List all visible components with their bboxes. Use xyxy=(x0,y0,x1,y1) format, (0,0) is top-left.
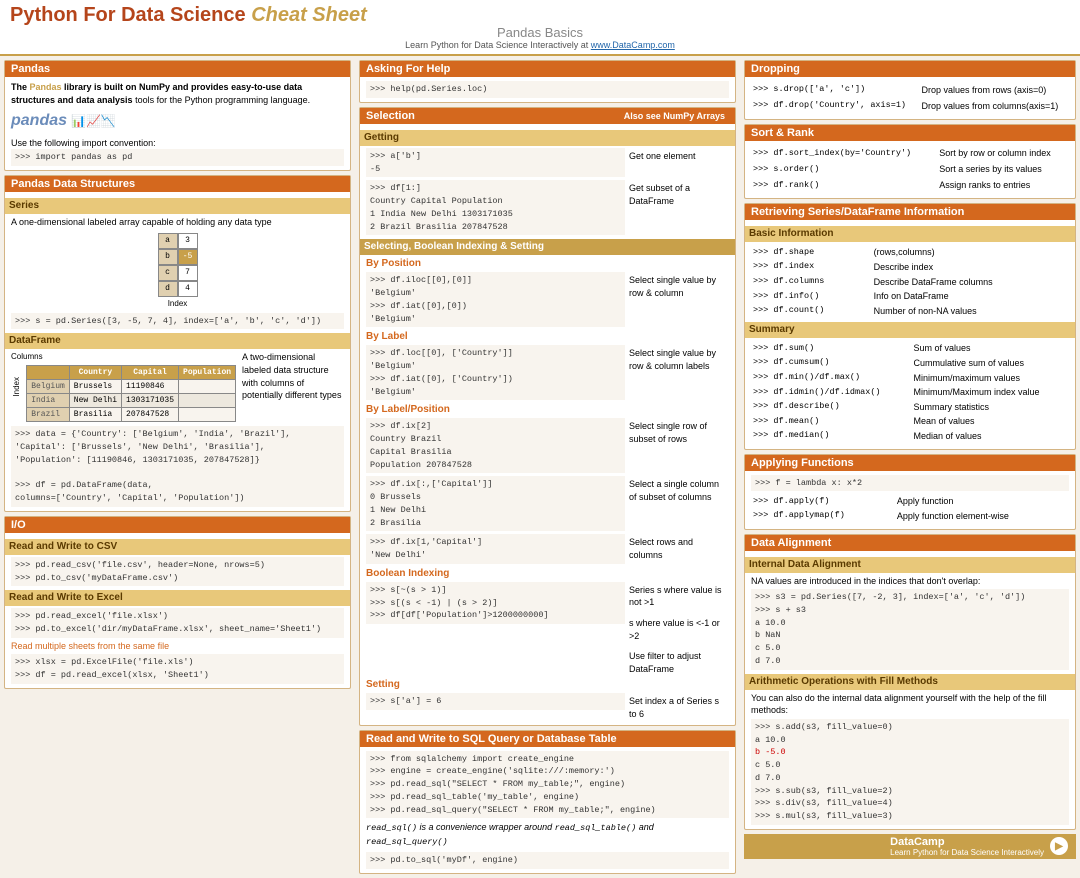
dropping-header: Dropping xyxy=(745,61,1075,77)
datacamp-footer: DataCamp Learn Python for Data Science I… xyxy=(744,834,1076,859)
help-body: >>> help(pd.Series.loc) xyxy=(360,77,735,102)
basic-info-subheader: Basic Information xyxy=(745,226,1075,242)
series-code: >>> s = pd.Series([3, -5, 7, 4], index=[… xyxy=(11,313,344,330)
sort-rank-section: Sort & Rank >>> df.sort_index(by='Countr… xyxy=(744,124,1076,200)
by-position-label: By Position xyxy=(366,257,729,271)
data-structures-body: Series A one-dimensional labeled array c… xyxy=(5,192,350,511)
help-code: >>> help(pd.Series.loc) xyxy=(366,81,729,98)
io-body: Read and Write to CSV >>> pd.read_csv('f… xyxy=(5,533,350,688)
datacamp-logo: ▶ xyxy=(1050,837,1068,855)
excel-subheader: Read and Write to Excel xyxy=(5,590,350,606)
datacamp-name: DataCamp xyxy=(890,836,1044,848)
sql-code2: >>> pd.to_sql('myDf', engine) xyxy=(366,852,729,869)
by-label-label: By Label xyxy=(366,330,729,344)
selection-body: Getting >>> a['b'] -5 Get one element xyxy=(360,124,735,725)
alignment-section: Data Alignment Internal Data Alignment N… xyxy=(744,534,1076,830)
left-column: Pandas The Pandas library is built on Nu… xyxy=(0,56,355,878)
pandas-section: Pandas The Pandas library is built on Nu… xyxy=(4,60,351,171)
main-content: Pandas The Pandas library is built on Nu… xyxy=(0,56,1080,878)
sort-rank-body: >>> df.sort_index(by='Country') Sort by … xyxy=(745,141,1075,199)
internal-alignment-subheader: Internal Data Alignment xyxy=(745,557,1075,573)
sql-note: read_sql() is a convenience wrapper arou… xyxy=(366,821,729,849)
selection-section: Selection Also see NumPy Arrays Getting … xyxy=(359,107,736,726)
applying-section: Applying Functions >>> f = lambda x: x*2… xyxy=(744,454,1076,530)
retrieving-header: Retrieving Series/DataFrame Information xyxy=(745,204,1075,220)
dataframe-table: Country Capital Population Belgium xyxy=(26,365,236,423)
sql-section: Read and Write to SQL Query or Database … xyxy=(359,730,736,874)
series-subheader: Series xyxy=(5,198,350,214)
excel-code2: >>> xlsx = pd.ExcelFile('file.xls') >>> … xyxy=(11,654,344,684)
df-code: >>> data = {'Country': ['Belgium', 'Indi… xyxy=(11,426,344,507)
excel-code: >>> pd.read_excel('file.xlsx') >>> pd.to… xyxy=(11,608,344,638)
fill-methods-subheader: Arithmetic Operations with Fill Methods xyxy=(745,674,1075,690)
header-subtitle: Pandas Basics xyxy=(10,25,1070,40)
csv-subheader: Read and Write to CSV xyxy=(5,539,350,555)
bool-indexing-label: Boolean Indexing xyxy=(366,567,729,581)
alignment-body: Internal Data Alignment NA values are in… xyxy=(745,551,1075,829)
io-section: I/O Read and Write to CSV >>> pd.read_cs… xyxy=(4,516,351,689)
datacamp-tagline: Learn Python for Data Science Interactiv… xyxy=(890,848,1044,857)
header: Python For Data Science Cheat Sheet Pand… xyxy=(0,0,1080,56)
setting-label: Setting xyxy=(366,678,729,692)
by-label-position-label: By Label/Position xyxy=(366,403,729,417)
getting-subheader: Getting xyxy=(360,130,735,146)
selection-header: Selection Also see NumPy Arrays xyxy=(360,108,735,124)
also-see-banner: Also see NumPy Arrays xyxy=(620,110,729,122)
applying-header: Applying Functions xyxy=(745,455,1075,471)
series-diagram: a 3 b -5 c 7 d xyxy=(11,233,344,309)
pandas-body: The Pandas library is built on NumPy and… xyxy=(5,77,350,170)
help-header: Asking For Help xyxy=(360,61,735,77)
applying-body: >>> f = lambda x: x*2 >>> df.apply(f) Ap… xyxy=(745,471,1075,529)
header-learn: Learn Python for Data Science Interactiv… xyxy=(10,40,1070,50)
pandas-header: Pandas xyxy=(5,61,350,77)
pandas-logo: pandas 📊📈📉 xyxy=(11,110,344,132)
sort-rank-header: Sort & Rank xyxy=(745,125,1075,141)
sql-header: Read and Write to SQL Query or Database … xyxy=(360,731,735,747)
alignment-header: Data Alignment xyxy=(745,535,1075,551)
header-title: Python For Data Science Cheat Sheet xyxy=(10,4,367,27)
help-section: Asking For Help >>> help(pd.Series.loc) xyxy=(359,60,736,103)
dropping-section: Dropping >>> s.drop(['a', 'c']) Drop val… xyxy=(744,60,1076,120)
retrieving-section: Retrieving Series/DataFrame Information … xyxy=(744,203,1076,449)
page: Python For Data Science Cheat Sheet Pand… xyxy=(0,0,1080,878)
middle-column: Asking For Help >>> help(pd.Series.loc) … xyxy=(355,56,740,878)
excel-note: Read multiple sheets from the same file xyxy=(11,640,344,653)
summary-subheader: Summary xyxy=(745,322,1075,338)
retrieving-body: Basic Information >>> df.shape(rows,colu… xyxy=(745,220,1075,448)
csv-code: >>> pd.read_csv('file.csv', header=None,… xyxy=(11,557,344,587)
right-column: Dropping >>> s.drop(['a', 'c']) Drop val… xyxy=(740,56,1080,878)
sql-code: >>> from sqlalchemy import create_engine… xyxy=(366,751,729,819)
bool-header: Selecting, Boolean Indexing & Setting xyxy=(360,239,735,255)
datacamp-link[interactable]: www.DataCamp.com xyxy=(591,40,675,50)
sql-body: >>> from sqlalchemy import create_engine… xyxy=(360,747,735,873)
data-structures-section: Pandas Data Structures Series A one-dime… xyxy=(4,175,351,512)
data-structures-header: Pandas Data Structures xyxy=(5,176,350,192)
io-header: I/O xyxy=(5,517,350,533)
pandas-import-code: >>> import pandas as pd xyxy=(11,149,344,166)
dataframe-subheader: DataFrame xyxy=(5,333,350,349)
dropping-body: >>> s.drop(['a', 'c']) Drop values from … xyxy=(745,77,1075,119)
